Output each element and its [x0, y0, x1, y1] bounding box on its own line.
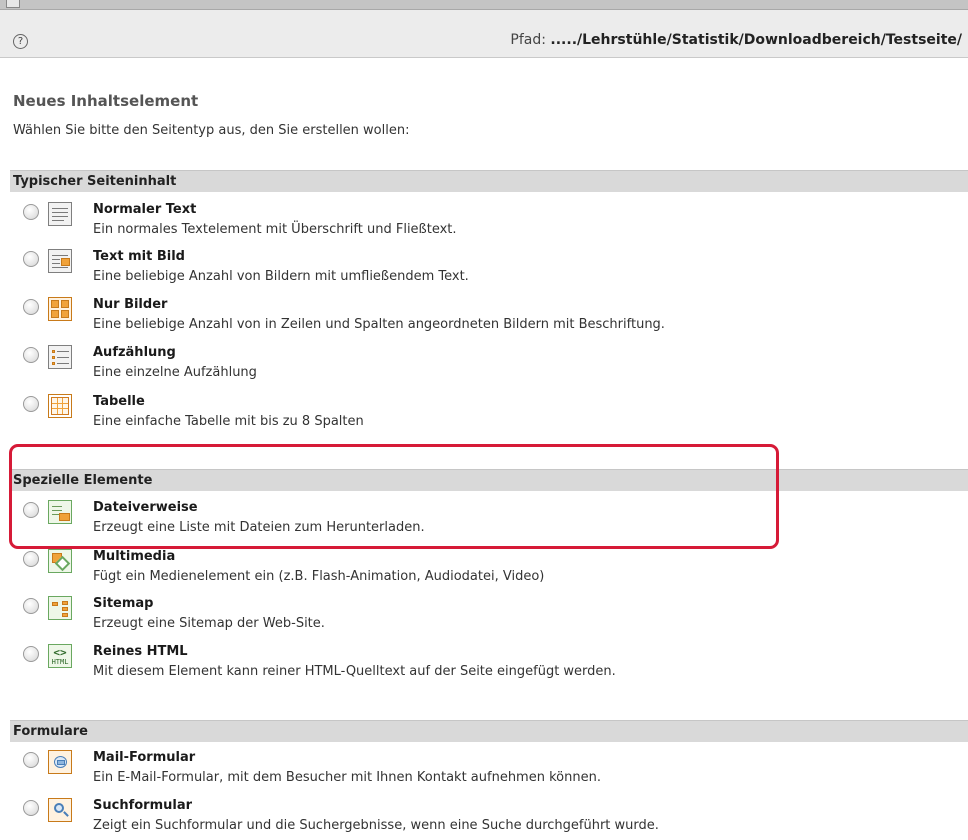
- item-description: Mit diesem Element kann reiner HTML-Quel…: [93, 664, 616, 679]
- path-label: Pfad:: [510, 32, 551, 48]
- bullet-list-icon: [48, 345, 72, 369]
- header-bar: ? Pfad: ...../Lehrstühle/Statistik/Downl…: [0, 10, 968, 58]
- item-description: Eine beliebige Anzahl von in Zeilen und …: [93, 317, 665, 332]
- item-name: Mail-Formular: [93, 750, 196, 765]
- item-description: Eine beliebige Anzahl von Bildern mit um…: [93, 269, 469, 284]
- list-item-bullet-list[interactable]: Aufzählung Eine einzelne Aufzählung: [10, 345, 968, 391]
- page-subtitle: Wählen Sie bitte den Seitentyp aus, den …: [13, 123, 410, 138]
- radio-raw-html[interactable]: [23, 646, 39, 662]
- item-description: Eine einzelne Aufzählung: [93, 365, 257, 380]
- page-title: Neues Inhaltselement: [13, 92, 199, 110]
- item-description: Ein E-Mail-Formular, mit dem Besucher mi…: [93, 770, 601, 785]
- item-description: Ein normales Textelement mit Überschrift…: [93, 222, 457, 237]
- radio-images-only[interactable]: [23, 299, 39, 315]
- list-item-text-with-image[interactable]: Text mit Bild Eine beliebige Anzahl von …: [10, 249, 968, 295]
- section-header-typical: Typischer Seiteninhalt: [10, 170, 968, 192]
- table-icon: [48, 394, 72, 418]
- toolbar-checkbox[interactable]: [6, 0, 20, 8]
- list-item-images-only[interactable]: Nur Bilder Eine beliebige Anzahl von in …: [10, 297, 968, 343]
- radio-multimedia[interactable]: [23, 551, 39, 567]
- mail-form-icon: [48, 750, 72, 774]
- list-item-sitemap[interactable]: Sitemap Erzeugt eine Sitemap der Web-Sit…: [10, 596, 968, 642]
- item-name: Aufzählung: [93, 345, 176, 360]
- section-header-forms: Formulare: [10, 720, 968, 742]
- top-toolbar-strip: [0, 0, 968, 10]
- item-description: Erzeugt eine Sitemap der Web-Site.: [93, 616, 325, 631]
- html-icon: <> HTML: [48, 644, 72, 668]
- search-form-icon: [48, 798, 72, 822]
- item-name: Sitemap: [93, 596, 154, 611]
- highlight-annotation-box: [9, 444, 779, 549]
- item-name: Text mit Bild: [93, 249, 185, 264]
- section-label: Typischer Seiteninhalt: [13, 174, 177, 189]
- item-name: Multimedia: [93, 549, 176, 564]
- text-with-image-icon: [48, 249, 72, 273]
- help-icon[interactable]: ?: [13, 34, 28, 49]
- radio-normal-text[interactable]: [23, 204, 39, 220]
- sitemap-icon: [48, 596, 72, 620]
- item-name: Nur Bilder: [93, 297, 168, 312]
- list-item-raw-html[interactable]: <> HTML Reines HTML Mit diesem Element k…: [10, 644, 968, 690]
- breadcrumb: Pfad: ...../Lehrstühle/Statistik/Downloa…: [510, 32, 962, 48]
- item-name: Tabelle: [93, 394, 145, 409]
- item-description: Fügt ein Medienelement ein (z.B. Flash-A…: [93, 569, 545, 584]
- list-item-multimedia[interactable]: Multimedia Fügt ein Medienelement ein (z…: [10, 549, 968, 595]
- item-name: Reines HTML: [93, 644, 188, 659]
- radio-table[interactable]: [23, 396, 39, 412]
- list-item-search-form[interactable]: Suchformular Zeigt ein Suchformular und …: [10, 798, 968, 840]
- item-name: Suchformular: [93, 798, 193, 813]
- section-label: Formulare: [13, 724, 88, 739]
- radio-search-form[interactable]: [23, 800, 39, 816]
- images-icon: [48, 297, 72, 321]
- radio-mail-form[interactable]: [23, 752, 39, 768]
- radio-sitemap[interactable]: [23, 598, 39, 614]
- item-name: Normaler Text: [93, 202, 197, 217]
- path-value: ...../Lehrstühle/Statistik/Downloadberei…: [550, 32, 962, 48]
- list-item-normal-text[interactable]: Normaler Text Ein normales Textelement m…: [10, 202, 968, 248]
- item-description: Eine einfache Tabelle mit bis zu 8 Spalt…: [93, 414, 364, 429]
- radio-bullet-list[interactable]: [23, 347, 39, 363]
- list-item-table[interactable]: Tabelle Eine einfache Tabelle mit bis zu…: [10, 394, 968, 440]
- radio-text-with-image[interactable]: [23, 251, 39, 267]
- multimedia-icon: [48, 549, 72, 573]
- text-icon: [48, 202, 72, 226]
- list-item-mail-form[interactable]: Mail-Formular Ein E-Mail-Formular, mit d…: [10, 750, 968, 796]
- item-description: Zeigt ein Suchformular und die Suchergeb…: [93, 818, 659, 833]
